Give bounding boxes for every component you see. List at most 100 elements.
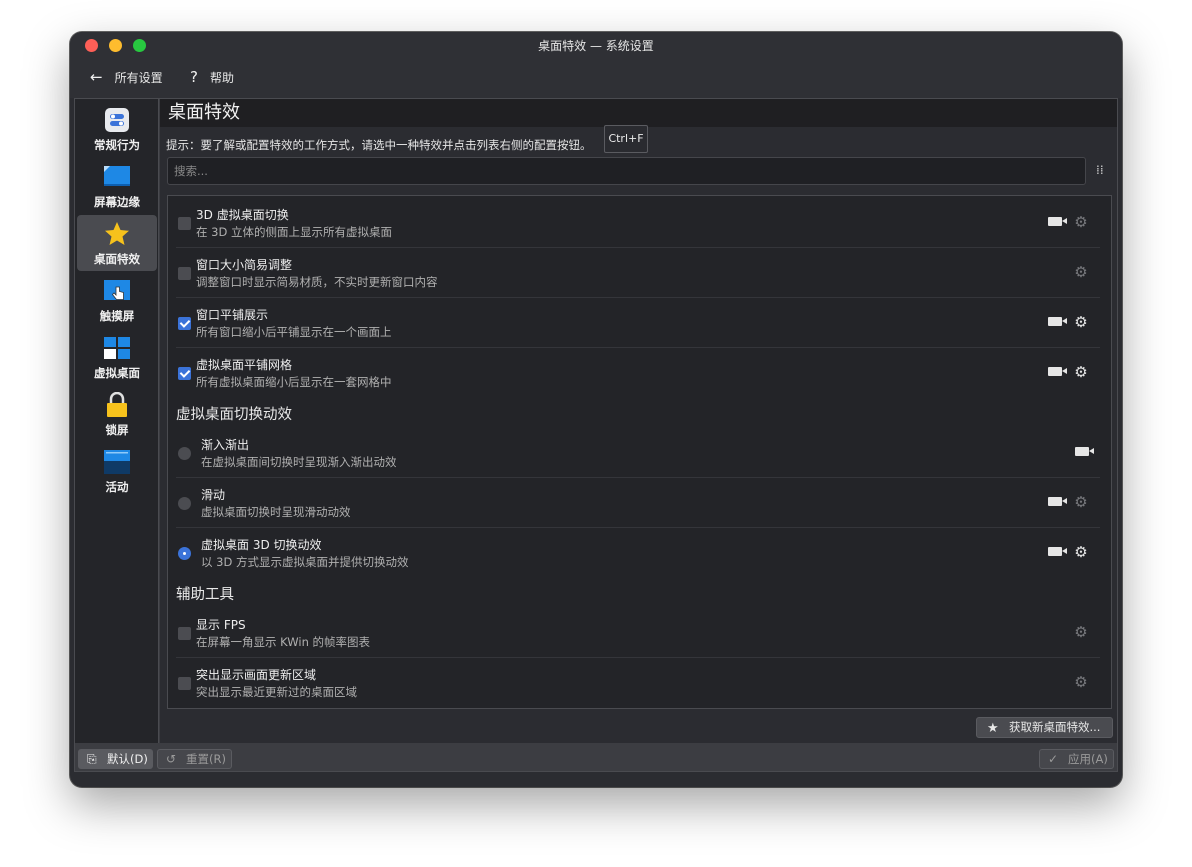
video-camera-icon[interactable] xyxy=(1075,447,1094,456)
title-bar: 桌面特效 — 系统设置 xyxy=(70,32,1122,58)
animation-radio[interactable] xyxy=(178,497,191,510)
reset-button[interactable]: ↺ 重置(R) xyxy=(157,749,232,769)
video-camera-icon[interactable] xyxy=(1048,547,1067,556)
tool-checkbox[interactable] xyxy=(178,677,191,690)
sidebar-item-label: 桌面特效 xyxy=(94,252,140,266)
default-button[interactable]: ⎘ 默认(D) xyxy=(78,749,153,769)
tool-title: 显示 FPS xyxy=(196,618,246,632)
defaults-icon: ⎘ xyxy=(87,752,97,766)
default-button-label: 默认(D) xyxy=(107,752,148,766)
effect-checkbox[interactable] xyxy=(178,217,191,230)
list-item[interactable]: 滑动 虚拟桌面切换时呈现滑动动效 ⚙ xyxy=(176,478,1100,528)
video-camera-icon[interactable] xyxy=(1048,367,1067,376)
reset-button-label: 重置(R) xyxy=(186,752,226,766)
list-item[interactable]: 虚拟桌面平铺网格 所有虚拟桌面缩小后显示在一套网格中 ⚙ xyxy=(176,348,1100,398)
gear-icon[interactable]: ⚙ xyxy=(1073,674,1089,690)
list-item[interactable]: 虚拟桌面 3D 切换动效 以 3D 方式显示虚拟桌面并提供切换动效 ⚙ xyxy=(176,528,1100,578)
help-button[interactable]: ? 帮助 xyxy=(190,68,234,86)
sidebar-item-lock-screen[interactable]: 锁屏 xyxy=(77,386,157,442)
sidebar-item-activities[interactable]: 活动 xyxy=(77,443,157,499)
sidebar-item-label: 虚拟桌面 xyxy=(94,366,140,380)
sidebar-item-screen-edges[interactable]: 屏幕边缘 xyxy=(77,158,157,214)
list-item[interactable]: 渐入渐出 在虚拟桌面间切换时呈现渐入渐出动效 xyxy=(176,428,1100,478)
sidebar-item-touchscreen[interactable]: 触摸屏 xyxy=(77,272,157,328)
sidebar: 常规行为 屏幕边缘 桌面特效 触摸屏 虚拟桌面 锁屏 活动 xyxy=(75,99,159,771)
window-title: 桌面特效 — 系统设置 xyxy=(538,39,654,53)
tool-checkbox[interactable] xyxy=(178,627,191,640)
effect-title: 窗口大小简易调整 xyxy=(196,258,293,272)
video-camera-icon[interactable] xyxy=(1048,217,1067,226)
gear-icon[interactable]: ⚙ xyxy=(1073,494,1089,510)
screen-edges-icon xyxy=(104,166,130,186)
video-camera-icon[interactable] xyxy=(1048,317,1067,326)
gear-icon[interactable]: ⚙ xyxy=(1073,264,1089,280)
activities-icon xyxy=(104,450,130,474)
get-new-effects-button[interactable]: ★ 获取新桌面特效... xyxy=(976,717,1113,738)
gear-icon[interactable]: ⚙ xyxy=(1073,364,1089,380)
animation-title: 渐入渐出 xyxy=(201,438,250,452)
general-behavior-icon xyxy=(105,108,129,132)
search-input[interactable]: 搜索... xyxy=(167,157,1086,185)
virtual-desktops-icon xyxy=(104,337,130,359)
video-camera-icon[interactable] xyxy=(1048,497,1067,506)
animation-radio[interactable] xyxy=(178,447,191,460)
sidebar-item-general-behavior[interactable]: 常规行为 xyxy=(77,101,157,157)
lock-icon xyxy=(107,392,127,417)
apply-button[interactable]: ✓ 应用(A) xyxy=(1039,749,1114,769)
gear-icon[interactable]: ⚙ xyxy=(1073,624,1089,640)
help-label: 帮助 xyxy=(209,70,234,85)
page-title: 桌面特效 xyxy=(160,99,1117,127)
animation-radio[interactable] xyxy=(178,547,191,560)
effect-description: 调整窗口时显示简易材质，不实时更新窗口内容 xyxy=(196,275,438,289)
section-title-desktop-switch: 虚拟桌面切换动效 xyxy=(176,407,292,423)
star-icon xyxy=(105,222,129,245)
configure-columns-icon[interactable]: ⁞⁞ xyxy=(1096,163,1104,177)
touchscreen-icon xyxy=(104,280,130,300)
list-item[interactable]: 窗口平铺展示 所有窗口缩小后平铺显示在一个画面上 ⚙ xyxy=(176,298,1100,348)
tool-title: 突出显示画面更新区域 xyxy=(196,668,317,682)
list-item[interactable]: 显示 FPS 在屏幕一角显示 KWin 的帧率图表 ⚙ xyxy=(176,608,1100,658)
list-item[interactable]: 3D 虚拟桌面切换 在 3D 立体的侧面上显示所有虚拟桌面 ⚙ xyxy=(176,198,1100,248)
list-item[interactable]: 窗口大小简易调整 调整窗口时显示简易材质，不实时更新窗口内容 ⚙ xyxy=(176,248,1100,298)
animation-description: 以 3D 方式显示虚拟桌面并提供切换动效 xyxy=(201,555,409,569)
effect-title: 窗口平铺展示 xyxy=(196,308,269,322)
hint-text: 提示：要了解或配置特效的工作方式，请选中一种特效并点击列表右侧的配置按钮。 xyxy=(166,138,592,152)
all-settings-button[interactable]: ← 所有设置 xyxy=(90,68,163,86)
sidebar-item-desktop-effects[interactable]: 桌面特效 xyxy=(77,215,157,271)
list-item[interactable]: 突出显示画面更新区域 突出显示最近更新过的桌面区域 ⚙ xyxy=(176,658,1100,708)
toolbar: ← 所有设置 ? 帮助 xyxy=(70,58,1122,98)
section-title-accessibility: 辅助工具 xyxy=(176,587,234,603)
sidebar-item-label: 活动 xyxy=(105,480,129,494)
tool-description: 在屏幕一角显示 KWin 的帧率图表 xyxy=(196,635,371,649)
effect-title: 虚拟桌面平铺网格 xyxy=(196,358,293,372)
tool-description: 突出显示最近更新过的桌面区域 xyxy=(196,685,357,699)
shortcut-tooltip: Ctrl+F xyxy=(604,125,648,153)
animation-description: 在虚拟桌面间切换时呈现渐入渐出动效 xyxy=(201,455,397,469)
effect-checkbox[interactable] xyxy=(178,367,191,380)
star-icon: ★ xyxy=(987,721,999,736)
gear-icon[interactable]: ⚙ xyxy=(1073,314,1089,330)
gear-icon[interactable]: ⚙ xyxy=(1073,214,1089,230)
check-icon: ✓ xyxy=(1048,752,1059,766)
sidebar-item-label: 屏幕边缘 xyxy=(94,195,140,209)
animation-title: 滑动 xyxy=(201,488,226,502)
settings-body: 常规行为 屏幕边缘 桌面特效 触摸屏 虚拟桌面 锁屏 活动 桌面特效 提示：要了… xyxy=(74,98,1118,772)
undo-icon: ↺ xyxy=(166,752,177,766)
effect-description: 所有窗口缩小后平铺显示在一个画面上 xyxy=(196,325,392,339)
all-settings-label: 所有设置 xyxy=(114,70,163,85)
sidebar-item-label: 常规行为 xyxy=(94,138,140,152)
effects-list: 3D 虚拟桌面切换 在 3D 立体的侧面上显示所有虚拟桌面 ⚙ 窗口大小简易调整… xyxy=(167,195,1112,709)
sidebar-item-label: 锁屏 xyxy=(105,423,129,437)
help-icon: ? xyxy=(190,68,198,86)
sidebar-item-virtual-desktops[interactable]: 虚拟桌面 xyxy=(77,329,157,385)
sidebar-item-label: 触摸屏 xyxy=(99,309,135,323)
gear-icon[interactable]: ⚙ xyxy=(1073,544,1089,560)
animation-title: 虚拟桌面 3D 切换动效 xyxy=(201,538,322,552)
effect-checkbox[interactable] xyxy=(178,267,191,280)
effect-description: 在 3D 立体的侧面上显示所有虚拟桌面 xyxy=(196,225,392,239)
animation-description: 虚拟桌面切换时呈现滑动动效 xyxy=(201,505,351,519)
effect-title: 3D 虚拟桌面切换 xyxy=(196,208,289,222)
get-new-effects-label: 获取新桌面特效... xyxy=(1009,720,1101,734)
effect-checkbox[interactable] xyxy=(178,317,191,330)
main-content: 桌面特效 提示：要了解或配置特效的工作方式，请选中一种特效并点击列表右侧的配置按… xyxy=(160,99,1117,743)
